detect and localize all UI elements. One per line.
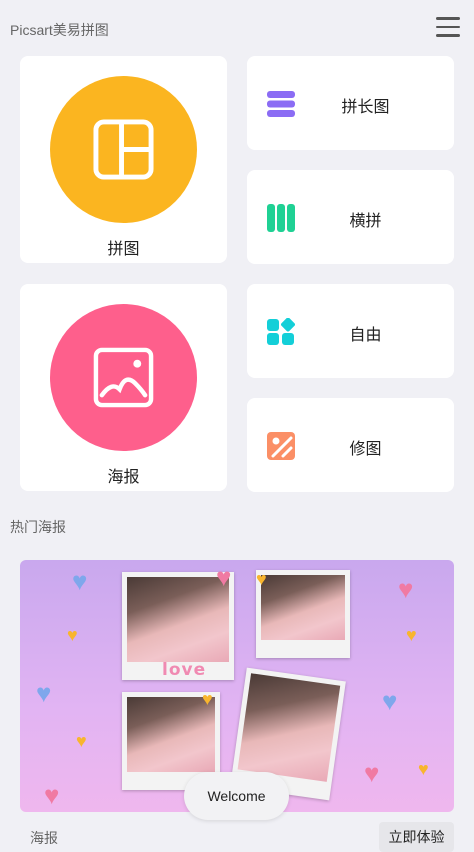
heart-icon: ♥ — [256, 569, 267, 589]
heart-icon: ♥ — [202, 689, 213, 709]
columns-icon — [267, 204, 295, 232]
tile-collage-label: 拼图 — [107, 241, 140, 258]
photo-edit-icon — [267, 432, 295, 460]
welcome-toast: Welcome — [184, 772, 289, 820]
heart-icon: ♥ — [216, 562, 232, 592]
tile-edit[interactable]: 修图 — [247, 398, 454, 492]
section-title: 热门海报 — [10, 519, 66, 535]
love-text: love — [162, 660, 207, 680]
heart-icon: ♥ — [72, 566, 88, 596]
poster-label: 海报 — [30, 830, 58, 846]
poster-circle — [50, 304, 197, 451]
app-title: Picsart美易拼图 — [10, 22, 109, 38]
tile-horizontal-label: 横拼 — [349, 213, 382, 230]
heart-icon: ♥ — [406, 625, 417, 645]
tile-free-label: 自由 — [349, 327, 382, 344]
heart-icon: ♥ — [418, 759, 429, 779]
heart-icon: ♥ — [67, 625, 78, 645]
shapes-icon — [267, 318, 295, 345]
heart-icon: ♥ — [382, 686, 398, 716]
tile-free[interactable]: 自由 — [247, 284, 454, 378]
heart-icon: ♥ — [364, 758, 380, 788]
stack-icon — [267, 91, 295, 117]
heart-icon: ♥ — [36, 678, 52, 708]
image-icon — [93, 347, 154, 408]
collage-circle — [50, 76, 197, 223]
heart-icon: ♥ — [44, 780, 60, 810]
tile-long[interactable]: 拼长图 — [247, 56, 454, 150]
collage-grid-icon — [93, 119, 154, 180]
heart-icon: ♥ — [76, 731, 87, 751]
tile-poster-label: 海报 — [107, 469, 140, 486]
tile-horizontal[interactable]: 横拼 — [247, 170, 454, 264]
heart-icon: ♥ — [398, 574, 414, 604]
tile-poster[interactable]: 海报 — [20, 284, 227, 491]
tile-long-label: 拼长图 — [341, 99, 390, 116]
tile-edit-label: 修图 — [349, 441, 382, 458]
tile-collage[interactable]: 拼图 — [20, 56, 227, 263]
photo-frame — [256, 570, 350, 658]
menu-icon[interactable] — [436, 17, 460, 39]
header: Picsart美易拼图 — [0, 0, 474, 56]
try-now-button[interactable]: 立即体验 — [379, 822, 454, 852]
